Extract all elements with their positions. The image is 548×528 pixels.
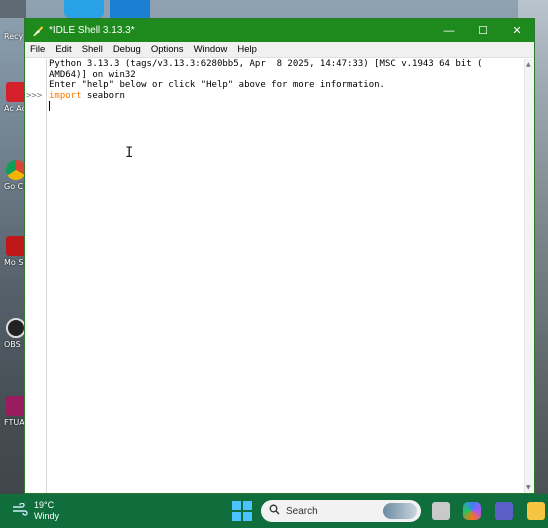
input-line: import seaborn [49, 91, 522, 102]
shell-prompt: >>> [26, 91, 43, 101]
windows-logo-icon [232, 501, 241, 510]
text-caret [49, 101, 50, 111]
banner-line: Python 3.13.3 (tags/v3.13.3:6280bb5, Apr… [49, 59, 483, 69]
banner-line: Enter "help" below or click "Help" above… [49, 80, 385, 90]
window-title: *IDLE Shell 3.13.3* [49, 25, 135, 36]
desktop-icon-label: Mo Secu [4, 258, 38, 267]
scroll-down-icon[interactable]: ▼ [526, 484, 531, 491]
input-module: seaborn [81, 90, 125, 101]
menu-file[interactable]: File [25, 44, 50, 55]
desktop-icon-mcafee[interactable]: Mo Secu [4, 236, 38, 267]
chrome-icon [6, 160, 26, 180]
desktop-icon-label: OBS [4, 340, 21, 349]
menu-debug[interactable]: Debug [108, 44, 146, 55]
menu-options[interactable]: Options [146, 44, 189, 55]
weather-temperature: 19°C [34, 500, 55, 510]
menu-window[interactable]: Window [189, 44, 233, 55]
weather-condition: Windy [34, 511, 60, 521]
weather-widget[interactable]: 19°C Windy [12, 500, 59, 522]
acrobat-icon [6, 82, 26, 102]
shell-text-area[interactable]: Python 3.13.3 (tags/v3.13.3:6280bb5, Apr… [49, 59, 522, 493]
desktop-icon-chrome[interactable]: Go Ch [4, 160, 29, 191]
vertical-scrollbar[interactable]: ▲ ▼ [524, 59, 534, 493]
desktop-icon-recycle-bin[interactable]: Recy [4, 30, 26, 41]
vscode-icon-fragment [110, 0, 150, 18]
menu-bar: File Edit Shell Debug Options Window Hel… [25, 42, 534, 58]
start-button[interactable] [232, 501, 252, 521]
ibeam-cursor-icon: I [125, 145, 134, 161]
desktop-icon-ftua[interactable]: FTUA [4, 396, 26, 427]
menu-help[interactable]: Help [232, 44, 262, 55]
current-line [49, 101, 522, 112]
idle-shell-window: *IDLE Shell 3.13.3* — ☐ ✕ File Edit Shel… [24, 18, 535, 494]
desktop-icon-label: Ac Ac [4, 104, 27, 113]
window-titlebar[interactable]: *IDLE Shell 3.13.3* — ☐ ✕ [25, 19, 534, 42]
shell-editor[interactable]: >>> Python 3.13.3 (tags/v3.13.3:6280bb5,… [25, 59, 534, 493]
ftua-app-icon [6, 396, 26, 416]
minimize-button[interactable]: — [432, 19, 466, 42]
menu-shell[interactable]: Shell [77, 44, 108, 55]
prompt-gutter: >>> [25, 59, 47, 493]
obs-icon [6, 318, 26, 338]
search-placeholder: Search [286, 505, 318, 517]
scroll-up-icon[interactable]: ▲ [526, 61, 531, 68]
task-view-icon[interactable] [432, 502, 450, 520]
maximize-button[interactable]: ☐ [466, 19, 500, 42]
desktop-icon-obs[interactable]: OBS [4, 318, 26, 349]
search-icon [269, 504, 280, 518]
desktop-icon-label: Go Ch [4, 182, 29, 191]
teams-icon[interactable] [495, 502, 513, 520]
close-button[interactable]: ✕ [500, 19, 534, 42]
banner-line: AMD64)] on win32 [49, 69, 136, 80]
menu-edit[interactable]: Edit [50, 44, 76, 55]
desktop-top-strip [0, 0, 26, 18]
keyword-import: import [49, 90, 82, 101]
copilot-icon[interactable] [463, 502, 481, 520]
security-shield-icon [6, 236, 26, 256]
edge-icon-fragment [64, 0, 104, 18]
desktop-icon-label: FTUA [4, 418, 25, 427]
taskbar-search[interactable]: Search [261, 500, 421, 522]
search-highlight-icon [383, 503, 417, 519]
python-feather-icon [31, 24, 45, 38]
file-explorer-icon[interactable] [527, 502, 545, 520]
desktop-icon-acrobat[interactable]: Ac Ac [4, 82, 26, 113]
taskbar: 19°C Windy Search [0, 494, 548, 528]
desktop-icon-label: Recy [4, 32, 24, 41]
wind-icon [12, 501, 28, 520]
